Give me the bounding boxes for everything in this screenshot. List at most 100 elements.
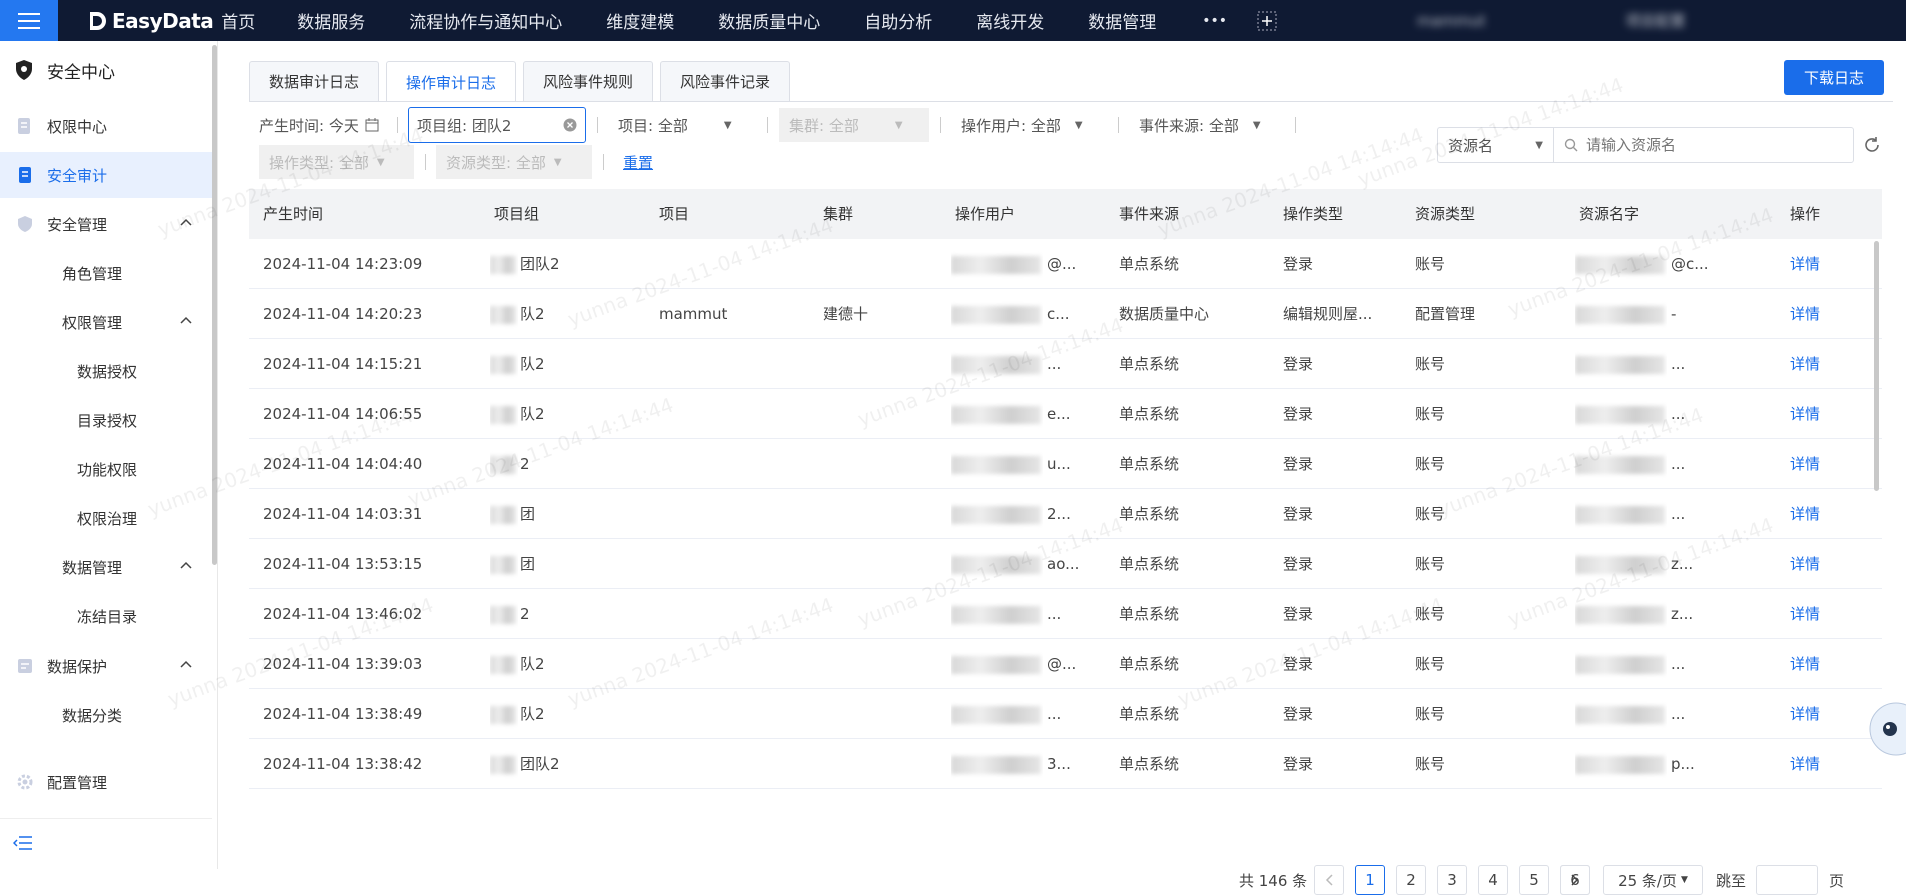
- nav-modeling[interactable]: 维度建模: [606, 8, 674, 33]
- cell-operation-type: 登录: [1283, 455, 1314, 473]
- filter-separator: [397, 117, 398, 133]
- operator-filter[interactable]: 操作用户: 全部 ▼: [961, 108, 1083, 142]
- sidebar-item-permission-management[interactable]: 权限管理: [0, 299, 212, 345]
- user-name[interactable]: mammut: [1417, 12, 1485, 30]
- add-tab-icon[interactable]: [1257, 11, 1277, 31]
- sidebar-item-role-management[interactable]: 角色管理: [0, 250, 212, 296]
- next-page-button[interactable]: [1560, 865, 1590, 895]
- menu-toggle-button[interactable]: [0, 0, 58, 41]
- sidebar-item-data-management[interactable]: 数据管理: [0, 544, 212, 590]
- sidebar-item-function-permission[interactable]: 功能权限: [0, 446, 212, 492]
- cell-operation-type: 登录: [1283, 355, 1314, 373]
- project-filter[interactable]: 项目: 全部 ▼: [618, 108, 732, 142]
- cell-operator: @...: [1047, 655, 1077, 673]
- detail-link[interactable]: 详情: [1790, 589, 1820, 639]
- resource-search-input[interactable]: [1586, 136, 1836, 154]
- filter-separator: [603, 154, 604, 170]
- download-log-button[interactable]: 下载日志: [1784, 60, 1884, 95]
- cell-resource-name: -: [1671, 305, 1677, 323]
- nav-workflow[interactable]: 流程协作与通知中心: [409, 8, 562, 33]
- clear-icon[interactable]: [563, 118, 577, 132]
- project-filter-label: 项目: 全部: [618, 116, 688, 135]
- page-button-1[interactable]: 1: [1355, 865, 1385, 895]
- redacted-block: [490, 255, 516, 274]
- project-group-filter[interactable]: 项目组: 团队2: [408, 107, 586, 143]
- sidebar-scrollbar[interactable]: [212, 45, 217, 565]
- page-size-select[interactable]: 25 条/页 ▼: [1603, 865, 1703, 895]
- prev-page-button[interactable]: [1314, 865, 1344, 895]
- cell-time: 2024-11-04 13:46:02: [263, 605, 423, 623]
- detail-link[interactable]: 详情: [1790, 739, 1820, 789]
- redacted-cell: [1575, 739, 1667, 789]
- detail-link[interactable]: 详情: [1790, 639, 1820, 689]
- sidebar-item-security-audit[interactable]: 安全审计: [0, 152, 212, 198]
- more-icon[interactable]: •••: [1202, 13, 1227, 29]
- cell-time: 2024-11-04 13:38:49: [263, 705, 423, 723]
- redacted-block: [1575, 405, 1665, 424]
- detail-link[interactable]: 详情: [1790, 339, 1820, 389]
- tab-risk-event-records[interactable]: 风险事件记录: [660, 61, 790, 101]
- redacted-cell: [490, 239, 518, 289]
- sidebar-item-data-classification[interactable]: 数据分类: [0, 692, 212, 738]
- detail-link[interactable]: 详情: [1790, 689, 1820, 739]
- redacted-cell: [951, 589, 1043, 639]
- resource-name-select[interactable]: 资源名 ▼: [1437, 127, 1553, 163]
- app-logo[interactable]: EasyData: [88, 9, 214, 33]
- cell-project-group: 队2: [520, 355, 545, 373]
- cell-operation-type: 登录: [1283, 655, 1314, 673]
- nav-self-analysis[interactable]: 自助分析: [864, 8, 932, 33]
- sidebar-header: 安全中心: [0, 47, 212, 93]
- time-filter[interactable]: 产生时间: 今天: [259, 108, 379, 142]
- sidebar-item-data-authorization[interactable]: 数据授权: [0, 348, 212, 394]
- detail-link[interactable]: 详情: [1790, 489, 1820, 539]
- detail-link[interactable]: 详情: [1790, 289, 1820, 339]
- cell-resource-type: 账号: [1415, 705, 1446, 723]
- table-scrollbar[interactable]: [1874, 241, 1879, 491]
- sidebar-item-data-protection[interactable]: 数据保护: [0, 643, 212, 689]
- collapse-sidebar-icon[interactable]: [13, 835, 33, 851]
- event-source-filter[interactable]: 事件来源: 全部 ▼: [1139, 108, 1261, 142]
- sidebar-item-security-management[interactable]: 安全管理: [0, 201, 212, 247]
- nav-data-service[interactable]: 数据服务: [297, 8, 365, 33]
- tab-data-audit-log[interactable]: 数据审计日志: [249, 61, 379, 101]
- detail-link[interactable]: 详情: [1790, 539, 1820, 589]
- tab-operation-audit-log[interactable]: 操作审计日志: [386, 61, 516, 102]
- sidebar-item-frozen-catalog[interactable]: 冻结目录: [0, 593, 212, 639]
- cell-project-group: 团队2: [520, 255, 560, 273]
- page-button-2[interactable]: 2: [1396, 865, 1426, 895]
- refresh-icon[interactable]: [1863, 136, 1881, 154]
- sidebar-item-permission-governance[interactable]: 权限治理: [0, 495, 212, 541]
- cell-project-group: 团: [520, 505, 536, 523]
- nav-home[interactable]: 首页: [221, 8, 255, 33]
- table-row: 2024-11-04 13:53:15 团 ao... 单点系统 登录 账号 z... 详情: [249, 539, 1882, 589]
- detail-link[interactable]: 详情: [1790, 239, 1820, 289]
- goto-page-input[interactable]: [1756, 865, 1818, 895]
- page-button-3[interactable]: 3: [1437, 865, 1467, 895]
- redacted-cell: [951, 739, 1043, 789]
- nav-data-quality[interactable]: 数据质量中心: [718, 8, 820, 33]
- sidebar-item-label: 数据分类: [62, 706, 123, 725]
- page-button-4[interactable]: 4: [1478, 865, 1508, 895]
- reset-button[interactable]: 重置: [623, 145, 653, 179]
- sidebar-item-config-management[interactable]: 配置管理: [0, 759, 212, 805]
- detail-link[interactable]: 详情: [1790, 389, 1820, 439]
- cell-resource-name: p...: [1671, 755, 1695, 773]
- cell-resource-name: ...: [1671, 655, 1686, 673]
- cell-operator: @...: [1047, 255, 1077, 273]
- nav-offline-dev[interactable]: 离线开发: [976, 8, 1044, 33]
- detail-link[interactable]: 详情: [1790, 439, 1820, 489]
- tab-risk-event-rules[interactable]: 风险事件规则: [523, 61, 653, 101]
- sidebar-item-permission-center[interactable]: 权限中心: [0, 103, 212, 149]
- project-config[interactable]: 项目配置: [1625, 10, 1685, 31]
- sidebar-item-catalog-authorization[interactable]: 目录授权: [0, 397, 212, 443]
- assistant-avatar-icon[interactable]: [1866, 699, 1906, 759]
- document-icon: [18, 118, 30, 134]
- page-button-5[interactable]: 5: [1519, 865, 1549, 895]
- col-header: 操作: [1790, 205, 1821, 223]
- caret-down-icon: ▼: [1074, 119, 1083, 131]
- cell-operator: e...: [1047, 405, 1071, 423]
- cell-operator: ...: [1047, 355, 1062, 373]
- cell-event-source: 数据质量中心: [1119, 305, 1210, 323]
- nav-data-management[interactable]: 数据管理: [1088, 8, 1156, 33]
- resource-search-box[interactable]: [1553, 127, 1854, 163]
